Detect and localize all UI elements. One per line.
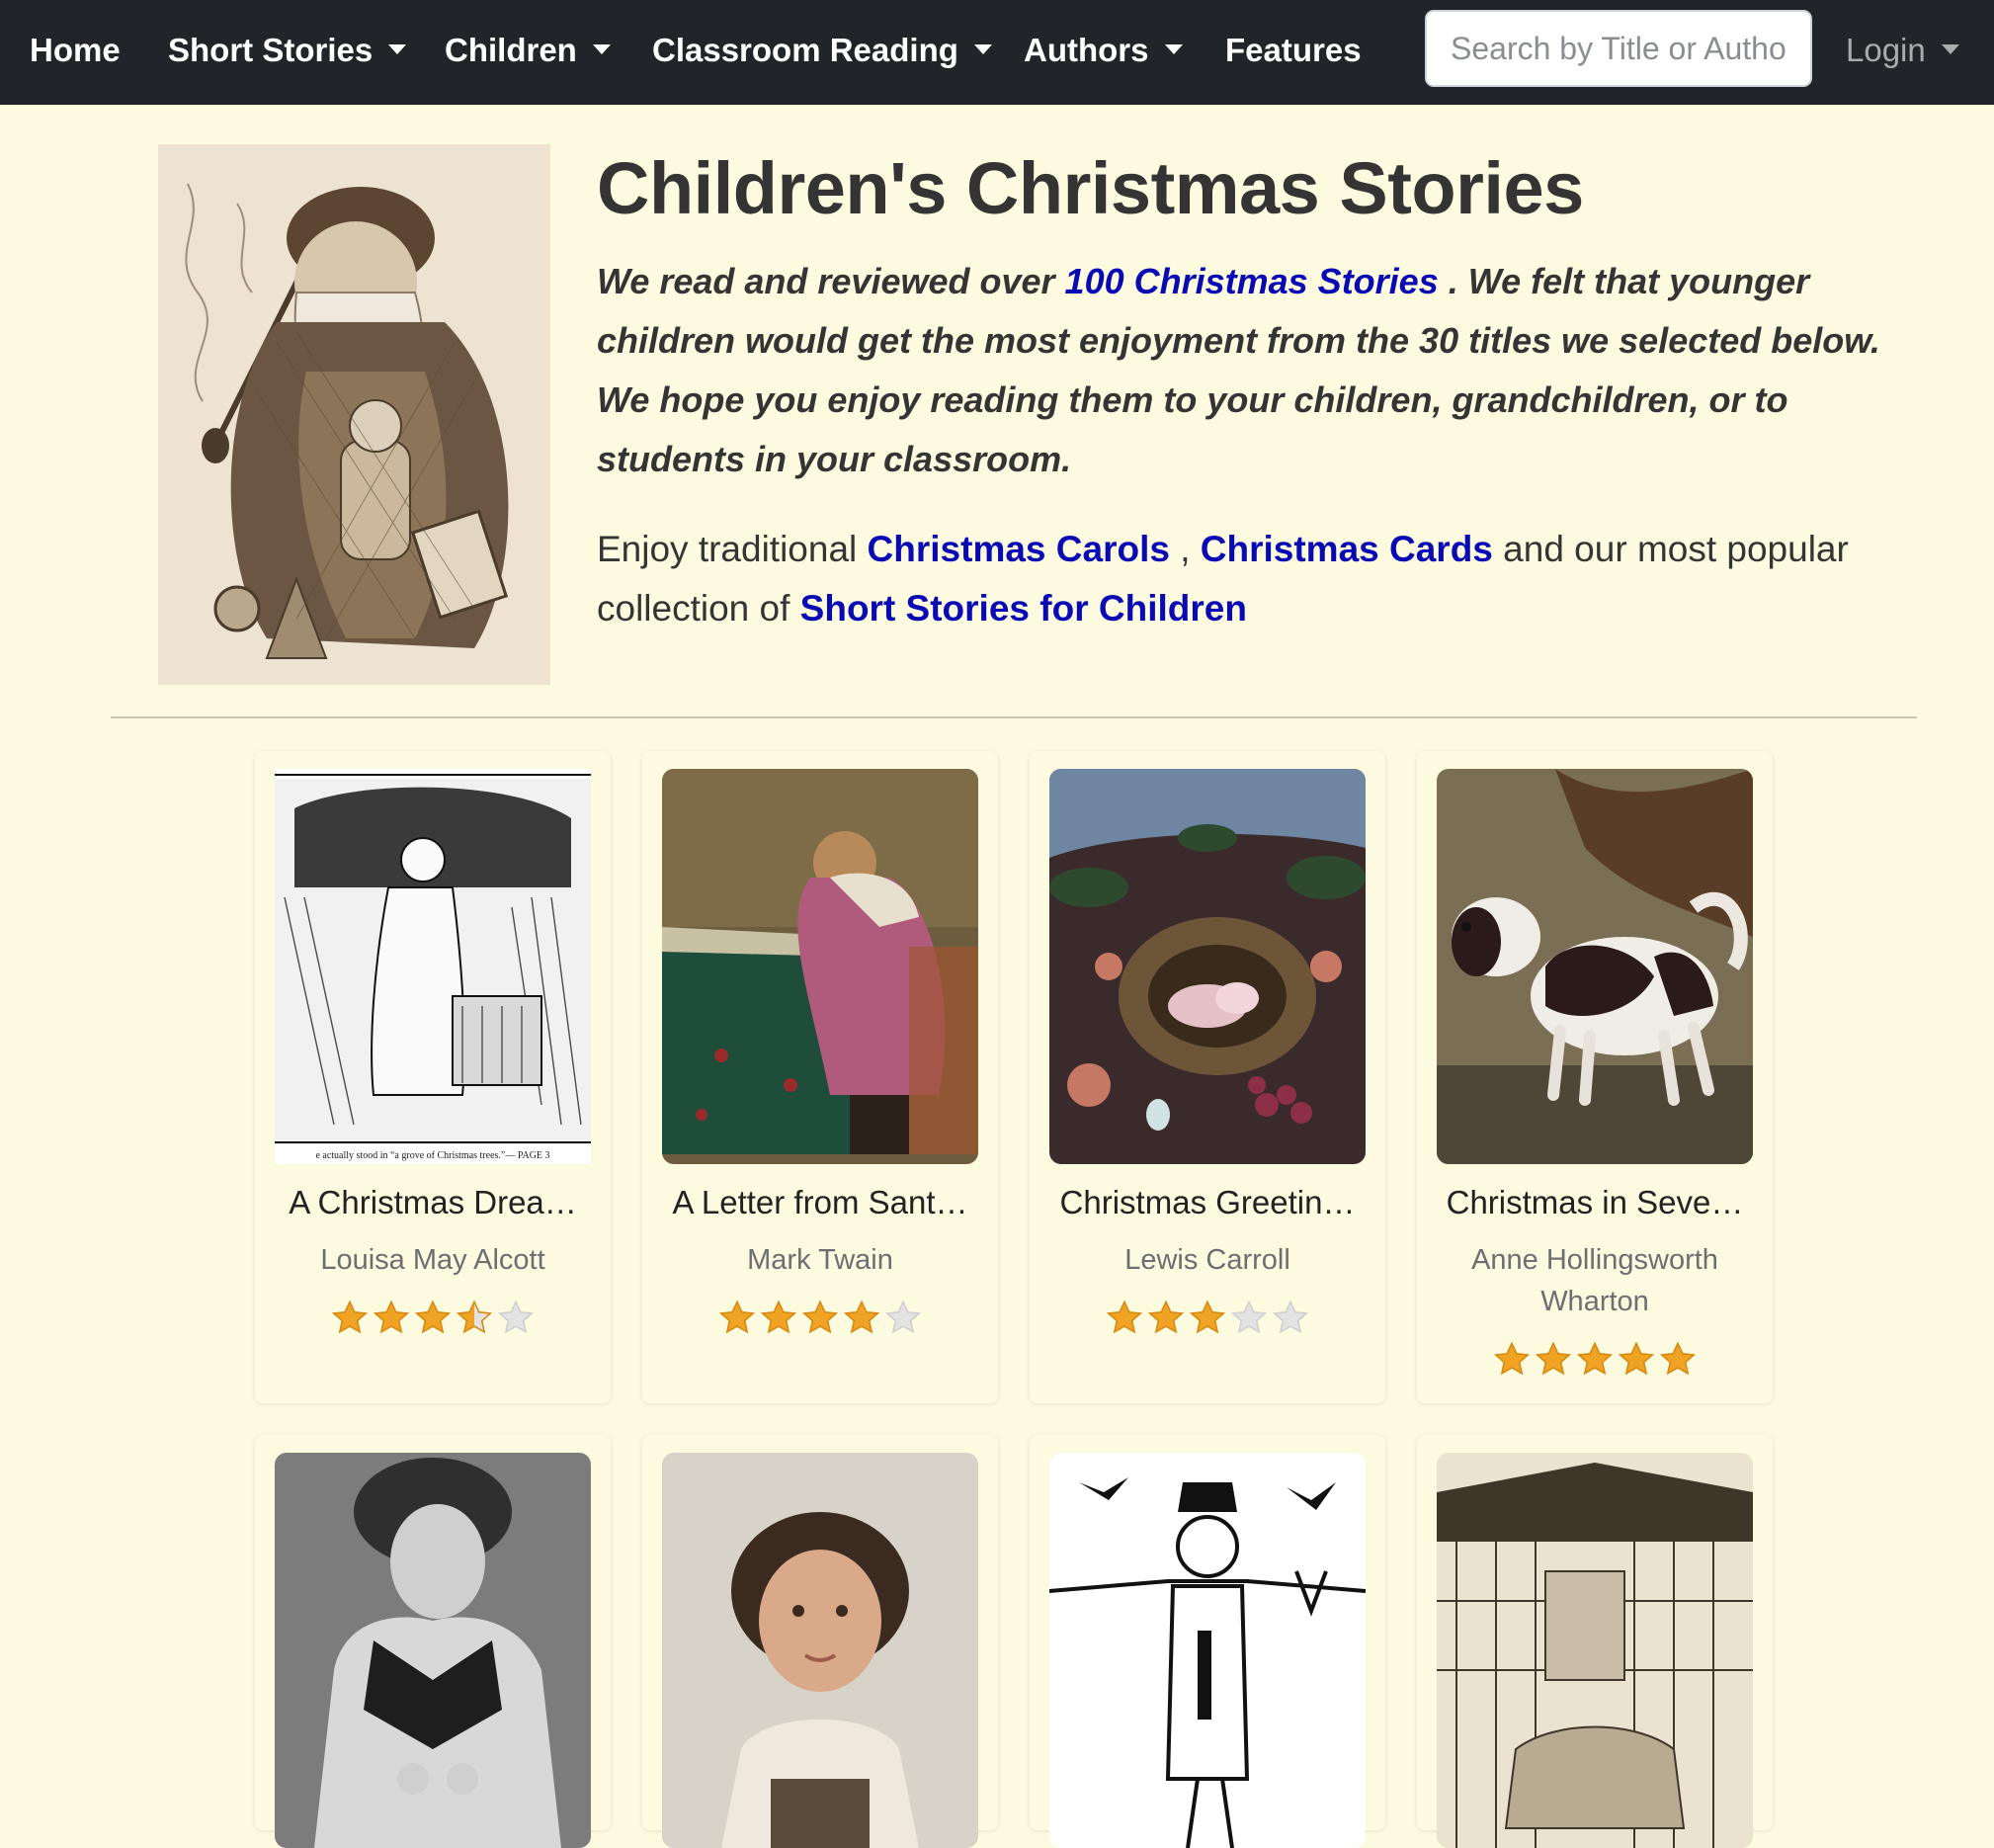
top-navbar: Home Short Stories Children Classroom Re… [0,0,1994,105]
short-stories-for-children-link[interactable]: Short Stories for Children [800,588,1247,629]
star-icon [884,1300,922,1334]
story-cover-image [1437,1453,1753,1848]
christmas-carols-link[interactable]: Christmas Carols [868,529,1170,569]
nav-authors-label: Authors [1024,32,1149,68]
nav-children-dropdown[interactable]: Children [445,0,611,105]
star-icon [1272,1300,1309,1334]
star-icon [456,1300,493,1334]
star-rating [1417,1341,1773,1382]
star-icon [1147,1300,1185,1334]
story-author[interactable]: Mark Twain [652,1239,988,1281]
nav-short-stories-label: Short Stories [168,32,374,68]
star-icon [1535,1341,1572,1376]
star-icon [1618,1341,1655,1376]
story-card[interactable] [642,1435,998,1848]
star-icon [373,1300,410,1334]
caret-down-icon [592,44,611,55]
star-icon [497,1300,535,1334]
nav-children-label: Children [445,32,577,68]
story-title[interactable]: Christmas Greetin… [1038,1184,1377,1221]
caret-down-icon [973,44,992,55]
caret-down-icon [1164,44,1183,55]
intro-paragraph: We read and reviewed over 100 Christmas … [597,252,1881,489]
star-rating [1030,1300,1385,1340]
story-card[interactable]: Christmas Greetin… Lewis Carroll [1030,751,1385,1403]
enjoy-comma: , [1169,529,1201,569]
star-icon [760,1300,797,1334]
star-icon [1106,1300,1143,1334]
nav-login-label: Login [1846,32,1926,68]
story-card[interactable] [1030,1435,1385,1848]
search-input[interactable] [1425,10,1812,87]
nav-home-link[interactable]: Home [30,0,121,105]
enjoy-text-before: Enjoy traditional [597,529,868,569]
story-cover-image [1437,769,1753,1164]
story-cover-image [662,769,978,1164]
story-title[interactable]: Christmas in Seve… [1425,1184,1765,1221]
star-icon [843,1300,880,1334]
story-card[interactable]: A Letter from Sant… Mark Twain [642,751,998,1403]
story-card[interactable]: e actually stood in “a grove of Christma… [255,751,611,1403]
star-icon [1493,1341,1531,1376]
story-cover-image [662,1453,978,1848]
nav-classroom-reading-dropdown[interactable]: Classroom Reading [652,0,992,105]
section-divider [111,716,1917,718]
nav-features-link[interactable]: Features [1225,0,1362,105]
nav-authors-dropdown[interactable]: Authors [1024,0,1183,105]
star-icon [414,1300,452,1334]
story-cover-image [275,1453,591,1848]
story-author[interactable]: Anne Hollingsworth Wharton [1427,1239,1763,1322]
nav-login-dropdown[interactable]: Login [1846,0,1959,105]
star-icon [1576,1341,1614,1376]
nav-short-stories-dropdown[interactable]: Short Stories [168,0,407,105]
story-author[interactable]: Lewis Carroll [1039,1239,1375,1281]
story-card[interactable] [1417,1435,1773,1848]
story-title[interactable]: A Christmas Drea… [263,1184,603,1221]
story-cover-image [1049,1453,1366,1848]
cover-caption: e actually stood in “a grove of Christma… [315,1150,549,1161]
intro-text-before: We read and reviewed over [597,261,1065,301]
star-icon [1189,1300,1226,1334]
star-icon [331,1300,369,1334]
story-cover-image [1049,769,1366,1164]
star-rating [255,1300,611,1340]
story-title[interactable]: A Letter from Sant… [650,1184,990,1221]
story-author[interactable]: Louisa May Alcott [265,1239,601,1281]
caret-down-icon [388,44,407,55]
nav-classroom-reading-label: Classroom Reading [652,32,958,68]
star-icon [1230,1300,1268,1334]
page-title: Children's Christmas Stories [597,147,1584,229]
santa-claus-engraving-image [158,144,550,685]
star-icon [1659,1341,1697,1376]
star-icon [801,1300,839,1334]
enjoy-paragraph: Enjoy traditional Christmas Carols , Chr… [597,520,1901,638]
story-card[interactable]: Christmas in Seve… Anne Hollingsworth Wh… [1417,751,1773,1403]
story-cover-image: e actually stood in “a grove of Christma… [275,769,591,1164]
caret-down-icon [1941,44,1959,55]
christmas-cards-link[interactable]: Christmas Cards [1201,529,1493,569]
star-rating [642,1300,998,1340]
christmas-stories-link[interactable]: 100 Christmas Stories [1065,261,1439,301]
star-icon [718,1300,756,1334]
story-card[interactable] [255,1435,611,1848]
